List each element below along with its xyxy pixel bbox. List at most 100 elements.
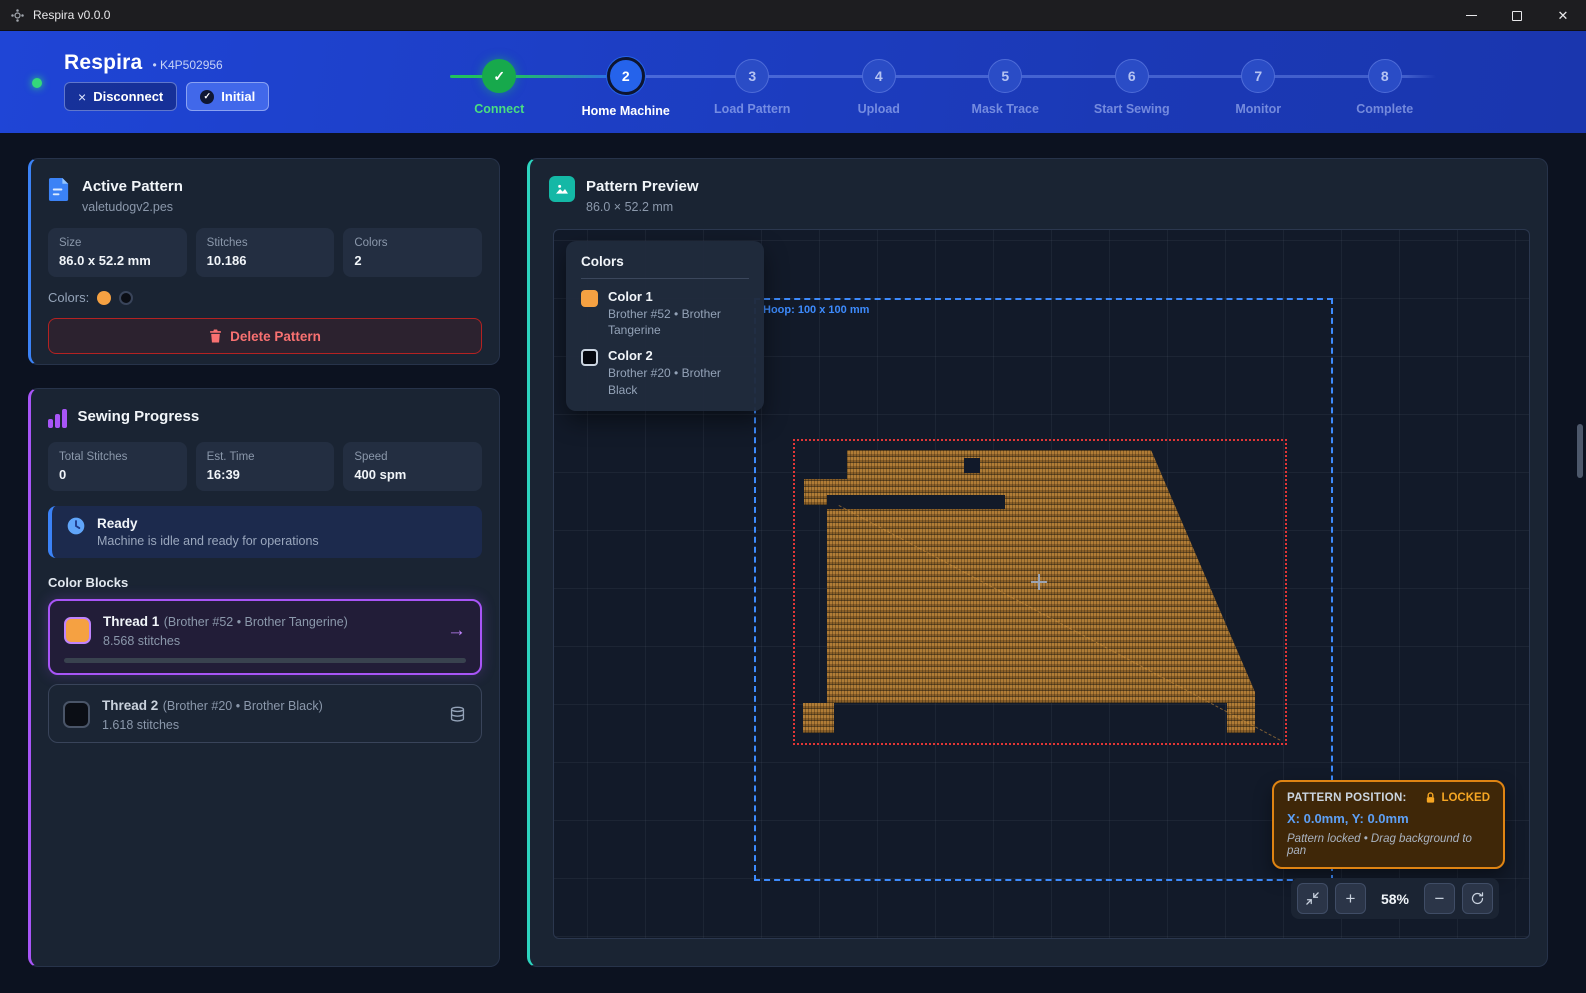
step-connect[interactable]: ✓ Connect (436, 55, 563, 127)
check-icon: ✓ (482, 59, 516, 93)
reset-view-button[interactable] (1462, 883, 1493, 914)
stat-value: 86.0 x 52.2 mm (59, 253, 176, 268)
fit-to-view-button[interactable] (1297, 883, 1328, 914)
app-window: Respira v0.0.0 ✕ Respira • K4P502956 × D… (0, 0, 1586, 993)
scrollbar-thumb[interactable] (1577, 424, 1583, 478)
maximize-icon (1512, 11, 1522, 21)
minimize-icon (1466, 15, 1477, 16)
trash-icon (209, 329, 222, 343)
thread-block-2[interactable]: Thread 2 (Brother #20 • Brother Black) 1… (48, 684, 482, 743)
pattern-preview-title: Pattern Preview (586, 178, 699, 195)
step-load-pattern[interactable]: 3 Load Pattern (689, 55, 816, 127)
app-header: Respira • K4P502956 × Disconnect ✓ Initi… (0, 31, 1586, 133)
machine-status-banner: Ready Machine is idle and ready for oper… (48, 506, 482, 558)
stat-value: 0 (59, 467, 176, 482)
close-button[interactable]: ✕ (1540, 0, 1586, 31)
initial-label: Initial (221, 89, 255, 104)
locked-label: LOCKED (1441, 792, 1490, 804)
preview-canvas[interactable]: Hoop: 100 x 100 mm Colors Color 1 Brothe… (553, 229, 1530, 939)
stat-colors: Colors 2 (343, 228, 482, 277)
step-label: Complete (1356, 102, 1413, 116)
thread-stitch-count: 1.618 stitches (102, 718, 323, 732)
hoop-size-label: Hoop: 100 x 100 mm (763, 304, 869, 316)
step-upload[interactable]: 4 Upload (816, 55, 943, 127)
legend-color-name: Color 1 (608, 289, 749, 304)
pattern-filename: valetudogv2.pes (82, 200, 183, 214)
zoom-toolbar: + 58% − (1291, 878, 1499, 919)
thread-name: Thread 1 (103, 614, 159, 629)
legend-color-name: Color 2 (608, 348, 749, 363)
step-label: Start Sewing (1094, 102, 1170, 116)
status-description: Machine is idle and ready for operations (97, 534, 319, 548)
active-pattern-title: Active Pattern (82, 178, 183, 195)
legend-color-desc: Brother #52 • Brother Tangerine (608, 306, 749, 338)
legend-entry-color-1: Color 1 Brother #52 • Brother Tangerine (581, 289, 749, 338)
stat-size: Size 86.0 x 52.2 mm (48, 228, 187, 277)
step-label: Connect (474, 102, 524, 116)
pattern-position-label: PATTERN POSITION: (1287, 792, 1407, 804)
status-title: Ready (97, 516, 319, 531)
step-complete[interactable]: 8 Complete (1322, 55, 1449, 127)
disconnect-button[interactable]: × Disconnect (64, 82, 177, 111)
delete-pattern-button[interactable]: Delete Pattern (48, 318, 482, 354)
thread-detail: (Brother #52 • Brother Tangerine) (164, 615, 348, 629)
thread-2-swatch (63, 701, 90, 728)
maximize-button[interactable] (1494, 0, 1540, 31)
stat-label: Total Stitches (59, 451, 176, 463)
step-mask-trace[interactable]: 5 Mask Trace (942, 55, 1069, 127)
thread-stitch-count: 8.568 stitches (103, 634, 348, 648)
thread-name: Thread 2 (102, 698, 158, 713)
stat-label: Size (59, 237, 176, 249)
initial-button[interactable]: ✓ Initial (186, 82, 269, 111)
legend-divider (581, 278, 749, 279)
plus-icon: + (1346, 889, 1356, 909)
close-x-icon: × (78, 89, 86, 105)
color-dot-orange (97, 291, 111, 305)
pattern-notch (964, 458, 980, 473)
disconnect-label: Disconnect (93, 89, 163, 104)
badge-check-icon: ✓ (200, 90, 214, 104)
step-number: 4 (862, 59, 896, 93)
pattern-position-overlay: PATTERN POSITION: LOCKED X: 0.0mm, Y: 0.… (1272, 780, 1505, 869)
thread-1-progress-bar (64, 658, 466, 663)
stat-value: 2 (354, 253, 471, 268)
minus-icon: − (1435, 889, 1445, 909)
stat-label: Colors (354, 237, 471, 249)
pattern-dimensions: 86.0 × 52.2 mm (586, 200, 699, 214)
active-pattern-card: Active Pattern valetudogv2.pes Size 86.0… (28, 158, 500, 365)
thread-block-1[interactable]: Thread 1 (Brother #52 • Brother Tangerin… (48, 599, 482, 675)
stat-value: 16:39 (207, 467, 324, 482)
window-title: Respira v0.0.0 (33, 8, 110, 22)
connection-status-dot (32, 78, 42, 88)
legend-entry-color-2: Color 2 Brother #20 • Brother Black (581, 348, 749, 397)
stat-label: Est. Time (207, 451, 324, 463)
delete-pattern-label: Delete Pattern (230, 329, 321, 344)
step-monitor[interactable]: 7 Monitor (1195, 55, 1322, 127)
arrow-right-icon: → (447, 620, 466, 642)
fit-screen-icon (1305, 891, 1320, 906)
zoom-in-button[interactable]: + (1335, 883, 1366, 914)
minimize-button[interactable] (1448, 0, 1494, 31)
zoom-out-button[interactable]: − (1424, 883, 1455, 914)
step-label: Upload (858, 102, 900, 116)
stat-stitches: Stitches 10.186 (196, 228, 335, 277)
step-home-machine[interactable]: 2 Home Machine (563, 55, 690, 127)
step-label: Mask Trace (972, 102, 1039, 116)
titlebar: Respira v0.0.0 ✕ (0, 0, 1586, 31)
step-number: 5 (988, 59, 1022, 93)
thread-1-swatch (64, 617, 91, 644)
stat-value: 10.186 (207, 253, 324, 268)
step-start-sewing[interactable]: 6 Start Sewing (1069, 55, 1196, 127)
stat-label: Speed (354, 451, 471, 463)
sewing-progress-card: Sewing Progress Total Stitches 0 Est. Ti… (28, 388, 500, 967)
stat-value: 400 spm (354, 467, 471, 482)
colors-label: Colors: (48, 290, 89, 305)
pattern-preview-card: Pattern Preview 86.0 × 52.2 mm Hoop: 100… (527, 158, 1548, 967)
center-crosshair-icon (1031, 574, 1047, 590)
sewing-progress-title: Sewing Progress (78, 408, 200, 425)
stat-est-time: Est. Time 16:39 (196, 442, 335, 491)
pattern-gap (827, 495, 1005, 509)
stat-total-stitches: Total Stitches 0 (48, 442, 187, 491)
colors-legend: Colors Color 1 Brother #52 • Brother Tan… (566, 241, 764, 411)
legend-color-desc: Brother #20 • Brother Black (608, 365, 749, 397)
